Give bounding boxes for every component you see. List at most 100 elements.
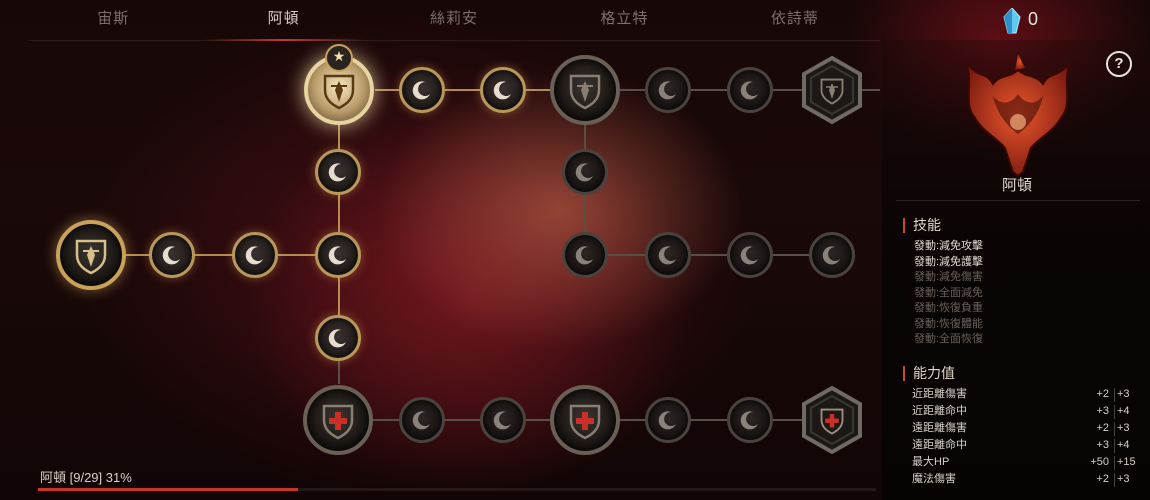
moon-icon [658,81,676,100]
skill-node[interactable] [562,149,608,195]
tab-silian[interactable]: 絲莉安 [369,0,539,40]
stat-label: 遠距離傷害 [912,422,967,434]
stat-value-current: +2 [1096,473,1109,485]
stat-value-next: +4 [1117,405,1130,417]
stat-divider [1114,405,1115,419]
skill-node[interactable] [727,67,773,113]
crystal-count: 0 [1028,9,1039,29]
help-icon[interactable]: ? [1106,51,1132,77]
moon-icon [575,246,593,265]
skill-node[interactable] [809,232,855,278]
skill-item: 發動:全面恢復 [914,333,984,345]
hex-skill-node[interactable] [797,55,867,125]
cross-shield-icon [569,404,601,440]
skill-node[interactable] [727,232,773,278]
moon-icon [740,246,758,265]
stat-label: 近距離命中 [912,405,967,417]
moon-icon [328,246,346,265]
progress-bar [38,488,876,491]
stat-divider [1114,388,1115,402]
cross-shield-icon [322,404,354,440]
major-skill-node[interactable] [56,220,126,290]
stat-row: 近距離命中 +3 +4 [912,404,1148,419]
skill-node[interactable] [480,397,526,443]
skill-node[interactable] [315,232,361,278]
moon-icon [822,246,840,265]
moon-icon [740,411,758,430]
stat-row: 魔法傷害 +2 +3 [912,472,1148,487]
skill-node[interactable] [480,67,526,113]
skill-item: 發動:全面減免 [914,286,984,299]
tab-aton[interactable]: 阿頓 [198,0,368,41]
tab-yishidi[interactable]: 依詩蒂 [710,0,880,40]
hero-tabs: 宙斯 阿頓 絲莉安 格立特 依詩蒂 [28,0,880,41]
shield-icon [323,74,355,110]
moon-icon [658,411,676,430]
progress-fill [38,488,298,491]
moon-icon [412,411,430,430]
skill-node[interactable] [562,232,608,278]
skill-item: 發動:恢復體能 [914,317,984,330]
skill-item: 發動:減免攻擊 [914,240,984,252]
stat-label: 魔法傷害 [912,473,956,485]
shield-icon [569,74,601,110]
skill-node[interactable] [232,232,278,278]
moon-icon [412,81,430,100]
moon-icon [493,411,511,430]
stat-value-current: +50 [1090,456,1109,468]
stat-label: 最大HP [912,456,950,468]
skill-node[interactable] [645,232,691,278]
hex-skill-node[interactable] [797,385,867,455]
skill-node[interactable] [315,149,361,195]
moon-icon [328,163,346,182]
stat-value-current: +2 [1096,422,1109,434]
stat-value-next: +3 [1117,473,1130,485]
stat-divider [1114,473,1115,487]
major-skill-node[interactable] [550,55,620,125]
hero-name: 阿頓 [1001,177,1032,194]
stat-label: 近距離傷害 [912,388,967,400]
stat-value-next: +4 [1117,439,1130,451]
moon-icon [245,246,263,265]
skill-node[interactable] [399,67,445,113]
major-skill-node[interactable] [303,385,373,455]
stat-value-current: +2 [1096,388,1109,400]
progress-label: 阿頓 [9/29] 31% [40,470,132,485]
stats-title: 能力值 [903,366,955,381]
tab-zeus[interactable]: 宙斯 [28,0,198,40]
moon-icon [740,81,758,100]
stat-divider [1114,439,1115,453]
stat-row: 近距離傷害 +2 +3 [912,387,1148,402]
skill-item: 發動:減免護擊 [914,255,984,268]
skill-node[interactable] [645,67,691,113]
shield-icon [820,78,844,105]
stat-row: 最大HP +50 +15 [912,455,1148,470]
skill-node[interactable] [399,397,445,443]
skill-node[interactable] [645,397,691,443]
skills-title: 技能 [903,218,941,233]
tree-link [584,254,844,256]
moon-icon [658,246,676,265]
cross-shield-icon [820,408,844,435]
stat-value-current: +3 [1096,405,1109,417]
skill-node[interactable] [149,232,195,278]
hero-emblem-icon [966,54,1070,178]
crystal-icon [1003,8,1021,34]
skill-node[interactable] [727,397,773,443]
stat-divider [1114,456,1115,470]
moon-icon [493,81,511,100]
major-skill-node[interactable] [550,385,620,455]
panel-divider [896,200,1140,201]
skill-node[interactable] [315,315,361,361]
star-icon: ★ [325,44,353,72]
stat-row: 遠距離命中 +3 +4 [912,438,1148,453]
skill-item: 發動:恢復負重 [914,302,984,314]
stat-value-next: +15 [1117,456,1136,468]
shield-icon [75,239,107,275]
stat-row: 遠距離傷害 +2 +3 [912,421,1148,436]
stat-label: 遠距離命中 [912,439,967,451]
tab-gelite[interactable]: 格立特 [539,0,709,40]
moon-icon [162,246,180,265]
moon-icon [328,329,346,348]
moon-icon [575,163,593,182]
